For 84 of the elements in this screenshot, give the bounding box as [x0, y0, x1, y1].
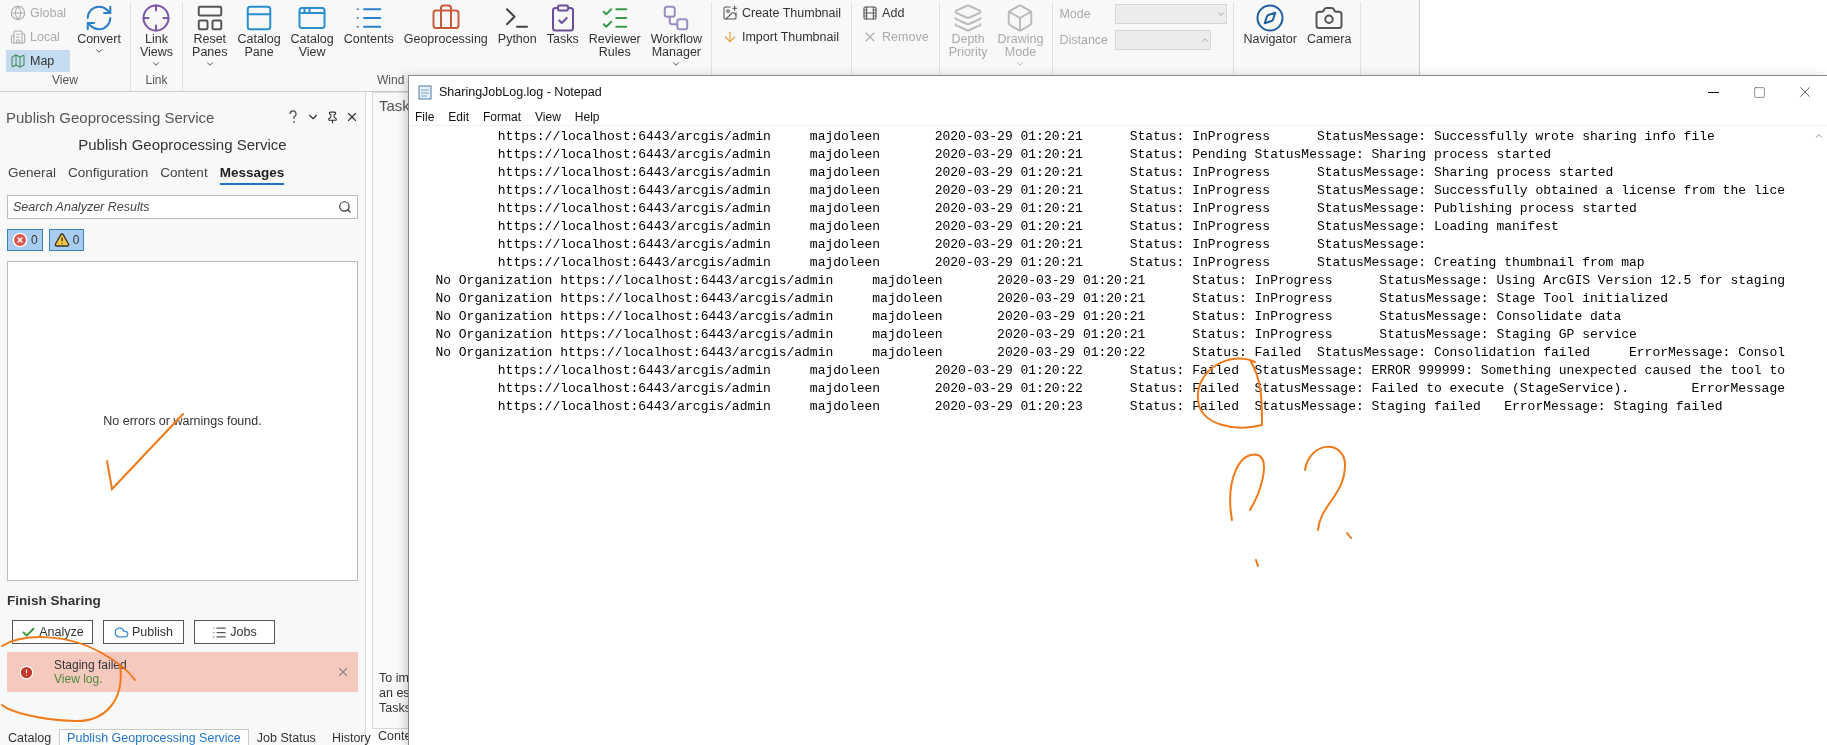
search-icon[interactable]: [338, 200, 352, 214]
group-label: View: [52, 73, 78, 87]
ribbon-button[interactable]: Tasks: [543, 2, 582, 47]
pane-tab[interactable]: History: [323, 729, 379, 745]
log-line: https://localhost:6443/arcgis/admin majdoleen 2020-03-29 01:20:21 Status: InProgress StatusMessage: Creating thumbnail from map: [496, 254, 1646, 272]
log-line: https://localhost:6443/arcgis/admin majdoleen 2020-03-29 01:20:21 Status: InProgress StatusMessage: Successfully wrote sharing info file: [496, 128, 1716, 146]
crosshair-icon: [141, 3, 172, 33]
ribbon-button[interactable]: Contents: [340, 2, 397, 47]
menu-item[interactable]: View: [535, 109, 561, 124]
error-icon: [12, 232, 28, 248]
ribbon-button[interactable]: Geoprocessing: [400, 2, 491, 47]
log-line: https://localhost:6443/arcgis/admin majdoleen 2020-03-29 01:20:21 Status: InProgress StatusMessage: Publishing process started: [496, 200, 1638, 218]
ribbon-button[interactable]: Reviewer Rules: [585, 2, 644, 60]
map-icon: [10, 53, 26, 69]
search-field[interactable]: Search Analyzer Results: [7, 195, 358, 219]
group-label: Link: [145, 73, 168, 87]
log-line: No Organization https://localhost:6443/arcgis/admin majdoleen 2020-03-29 01:20:21 Status: InProgress StatusMessage: Stage Tool initialized: [434, 290, 1669, 308]
log-line: No Organization https://localhost:6443/arcgis/admin majdoleen 2020-03-29 01:20:21 Status: InProgress StatusMessage: Staging GP service: [434, 326, 1638, 344]
window-title: SharingJobLog.log - Notepad: [439, 85, 603, 99]
log-line: No Organization https://localhost:6443/arcgis/admin majdoleen 2020-03-29 01:20:22 Status: Failed StatusMessage: Consolidation failed ErrorMessage: Consol: [434, 344, 1787, 362]
globe-icon: [10, 5, 26, 21]
tab[interactable]: Content: [160, 161, 208, 185]
ribbon-button[interactable]: Map: [6, 50, 71, 72]
pane-title: Publish Geoprocessing Service: [6, 108, 216, 126]
menu-item[interactable]: Format: [483, 109, 522, 124]
ribbon-button[interactable]: Reset Panes: [189, 2, 231, 70]
log-line: https://localhost:6443/arcgis/admin majdoleen 2020-03-29 01:20:21 Status: InProgress StatusMessage: Successfully obtained a license from the lice: [496, 182, 1787, 200]
tab[interactable]: Messages: [219, 161, 285, 185]
log-line: https://localhost:6443/arcgis/admin majdoleen 2020-03-29 01:20:21 Status: InProgress StatusMessage:: [496, 236, 1428, 254]
list-icon: [212, 624, 228, 640]
action-button[interactable]: Analyze: [12, 620, 93, 644]
cloud-icon: [114, 624, 129, 640]
notepad-icon: [417, 84, 433, 100]
ribbon-button[interactable]: Catalog Pane: [234, 2, 284, 60]
ribbon-button[interactable]: Catalog View: [287, 2, 337, 60]
log-line: No Organization https://localhost:6443/arcgis/admin majdoleen 2020-03-29 01:20:21 Status: InProgress StatusMessage: Consolidate data: [434, 308, 1623, 326]
building-icon: [10, 29, 26, 45]
menu-item[interactable]: Edit: [448, 109, 470, 124]
pane-tab[interactable]: Catalog: [0, 729, 60, 745]
image-plus-icon: [721, 5, 738, 21]
layers-icon: [953, 3, 984, 33]
log-line: https://localhost:6443/arcgis/admin majdoleen 2020-03-29 01:20:21 Status: Pending StatusMessage: Sharing process started: [496, 146, 1552, 164]
ribbon-button[interactable]: Python: [494, 2, 540, 47]
ribbon-button[interactable]: Navigator: [1240, 2, 1300, 47]
filter-button[interactable]: 0: [7, 229, 43, 251]
help-icon[interactable]: [288, 110, 298, 124]
action-button[interactable]: Jobs: [194, 620, 275, 644]
dropdown-field[interactable]: [1115, 4, 1228, 24]
ribbon-button[interactable]: Convert: [74, 2, 124, 57]
maximize-icon: [1752, 85, 1766, 99]
log-line: https://localhost:6443/arcgis/admin majdoleen 2020-03-29 01:20:21 Status: InProgress StatusMessage: Sharing process started: [496, 164, 1615, 182]
ribbon-button[interactable]: Add: [858, 2, 933, 24]
log-line: https://localhost:6443/arcgis/admin majdoleen 2020-03-29 01:20:21 Status: InProgress StatusMessage: Loading manifest: [496, 218, 1560, 236]
caret-icon: [1216, 9, 1227, 19]
ribbon-button[interactable]: Workflow Manager: [647, 2, 705, 70]
help-text-line: To im: [379, 671, 409, 686]
pane-title: Task: [379, 97, 409, 114]
group-label: Wind: [377, 73, 405, 87]
log-line: No Organization https://localhost:6443/arcgis/admin majdoleen 2020-03-29 01:20:21 Status: InProgress StatusMessage: Using ArcGIS Version 12.5 for staging: [434, 272, 1787, 290]
ribbon-button[interactable]: Link Views: [136, 2, 177, 70]
tab[interactable]: Configuration: [68, 161, 149, 185]
field-label: Mode: [1059, 7, 1092, 21]
pin-icon[interactable]: [326, 110, 339, 124]
menu-item[interactable]: Help: [574, 109, 600, 124]
menu-item[interactable]: File: [415, 109, 435, 124]
film-icon: [862, 5, 879, 21]
close-icon[interactable]: [345, 110, 359, 124]
ribbon-button[interactable]: Camera: [1303, 2, 1355, 47]
compass-icon: [1255, 3, 1286, 33]
alert-icon: [19, 664, 34, 680]
section-title: Finish Sharing: [7, 593, 102, 608]
action-button[interactable]: Publish: [103, 620, 184, 644]
field-label: Distance: [1059, 33, 1110, 47]
pane-tab[interactable]: Publish Geoprocessing Service: [59, 729, 249, 745]
pane-tab[interactable]: Job Status: [248, 729, 324, 745]
tab[interactable]: General: [8, 161, 57, 185]
filter-button[interactable]: 0: [48, 229, 85, 251]
pane-heading: Publish Geoprocessing Service: [77, 135, 288, 155]
ribbon-button[interactable]: Create Thumbnail: [717, 2, 846, 24]
spinner-field[interactable]: [1115, 30, 1212, 50]
minimize-icon: [1707, 91, 1719, 93]
spinner-arrows-icon: [1200, 35, 1211, 45]
ribbon-button[interactable]: Import Thumbnail: [717, 26, 846, 48]
warning-icon: [53, 232, 70, 248]
